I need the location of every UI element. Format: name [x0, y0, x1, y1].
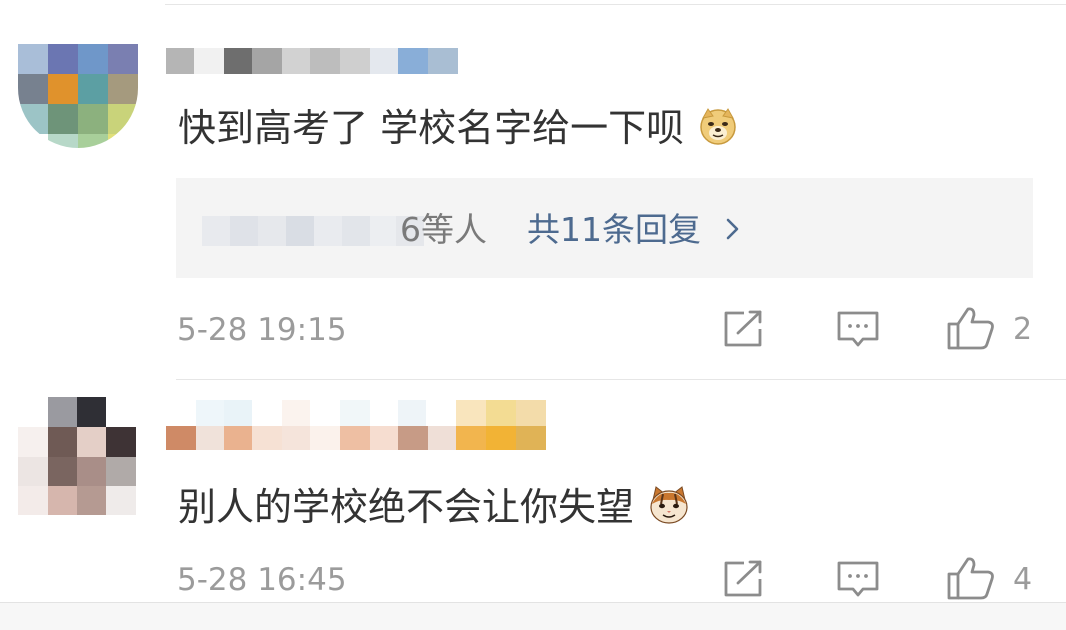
comment-text-content: 别人的学校绝不会让你失望 [178, 485, 635, 529]
chevron-right-icon [722, 213, 744, 243]
reply-participants: 6等人 [400, 210, 487, 249]
username-masked[interactable] [166, 48, 458, 74]
comment-time: 5-28 19:15 [177, 312, 347, 348]
top-divider [165, 4, 1066, 5]
thumbs-up-icon[interactable] [946, 305, 996, 351]
like-count: 4 [1013, 562, 1033, 597]
edit-icon[interactable] [722, 559, 766, 599]
reply-names-masked [202, 216, 424, 246]
cat-emoji [648, 484, 690, 526]
comment-text: 快到高考了 学校名字给一下呗 [178, 106, 738, 150]
reply-count-label: 共11条回复 [527, 210, 701, 249]
comment-icon[interactable] [836, 560, 880, 600]
avatar[interactable] [18, 44, 138, 148]
comment-time: 5-28 16:45 [177, 562, 347, 598]
replies-box[interactable]: 6等人 共11条回复 [176, 178, 1033, 278]
comment-icon[interactable] [836, 310, 880, 350]
comment-text-content: 快到高考了 学校名字给一下呗 [178, 106, 685, 150]
username-masked[interactable] [166, 400, 546, 450]
bottom-bar [0, 602, 1066, 630]
comment-text: 别人的学校绝不会让你失望 [178, 484, 690, 529]
like-count: 2 [1013, 312, 1033, 347]
comment-divider [176, 379, 1066, 380]
reply-count-link[interactable]: 共11条回复 [527, 210, 744, 250]
avatar[interactable] [18, 397, 136, 515]
thumbs-up-icon[interactable] [946, 555, 996, 601]
doge-emoji [698, 106, 738, 146]
edit-icon[interactable] [722, 309, 766, 349]
